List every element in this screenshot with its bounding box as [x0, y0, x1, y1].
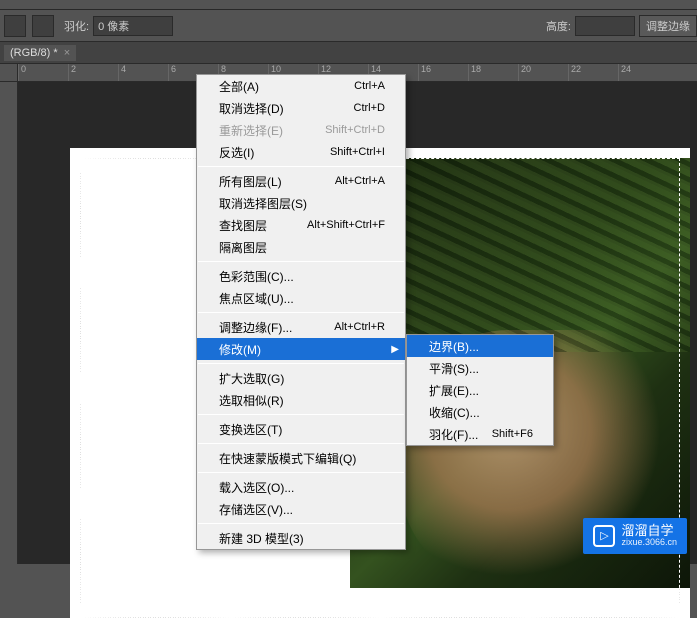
submenu-arrow-icon: ▶ — [391, 344, 399, 355]
menu-item[interactable]: 在快速蒙版模式下编辑(Q) — [197, 447, 405, 469]
menu-item-label: 焦点区域(U)... — [219, 290, 294, 307]
document-tabs: (RGB/8) * × — [0, 42, 697, 64]
menu-separator — [198, 443, 404, 444]
menu-item[interactable]: 全部(A) Ctrl+A — [197, 75, 405, 97]
submenu-item[interactable]: 平滑(S)... — [407, 357, 553, 379]
menu-item[interactable]: 选取相似(R) — [197, 389, 405, 411]
menu-shortcut: Ctrl+D — [354, 102, 385, 114]
menu-shortcut: Alt+Ctrl+R — [334, 321, 385, 333]
menu-item-label: 隔离图层 — [219, 239, 267, 256]
feather-label: 羽化: — [64, 18, 89, 34]
menu-item-label: 反选(I) — [219, 144, 254, 161]
menu-item-label: 羽化(F)... — [429, 426, 478, 443]
menu-item-label: 所有图层(L) — [219, 173, 282, 190]
menu-item[interactable]: 隔离图层 — [197, 236, 405, 258]
canvas-area: 024681012141618202224 全部(A)Ctrl+A取消选择(D)… — [0, 64, 697, 564]
menu-item-label: 扩展(E)... — [429, 382, 479, 399]
menu-item-label: 取消选择图层(S) — [219, 195, 307, 212]
menu-shortcut: Ctrl+A — [354, 80, 385, 92]
submenu-item[interactable]: 羽化(F)... Shift+F6 — [407, 423, 553, 445]
ruler-tick: 24 — [618, 64, 668, 81]
menu-item-label: 在快速蒙版模式下编辑(Q) — [219, 450, 356, 467]
menubar — [0, 0, 697, 10]
menu-item-label: 色彩范围(C)... — [219, 268, 294, 285]
modify-submenu: 边界(B)... 平滑(S)... 扩展(E)... 收缩(C)... 羽化(F)...… — [406, 334, 554, 446]
menu-item[interactable]: 载入选区(O)... — [197, 476, 405, 498]
ruler-tick: 18 — [468, 64, 518, 81]
ruler-tick: 2 — [68, 64, 118, 81]
menu-item-label: 选取相似(R) — [219, 392, 284, 409]
menu-separator — [198, 414, 404, 415]
menu-item-label: 收缩(C)... — [429, 404, 480, 421]
menu-item[interactable]: 所有图层(L) Alt+Ctrl+A — [197, 170, 405, 192]
ruler-vertical — [0, 82, 18, 564]
menu-item[interactable]: 反选(I) Shift+Ctrl+I — [197, 141, 405, 163]
menu-item[interactable]: 查找图层 Alt+Shift+Ctrl+F — [197, 214, 405, 236]
height-input[interactable] — [575, 16, 635, 36]
ruler-corner — [0, 64, 18, 82]
menu-item-label: 取消选择(D) — [219, 100, 284, 117]
ruler-tick: 16 — [418, 64, 468, 81]
menu-item-label: 修改(M) — [219, 341, 261, 358]
menu-shortcut: Alt+Ctrl+A — [335, 175, 385, 187]
menu-item[interactable]: 新建 3D 模型(3) — [197, 527, 405, 549]
menu-separator — [198, 472, 404, 473]
selection-mode-icon[interactable] — [32, 15, 54, 37]
menu-item[interactable]: 修改(M) ▶ — [197, 338, 405, 360]
ruler-tick: 4 — [118, 64, 168, 81]
menu-separator — [198, 166, 404, 167]
height-label: 高度: — [546, 18, 571, 34]
menu-item-label: 重新选择(E) — [219, 122, 283, 139]
feather-input[interactable] — [93, 16, 173, 36]
menu-item[interactable]: 扩大选取(G) — [197, 367, 405, 389]
submenu-item[interactable]: 扩展(E)... — [407, 379, 553, 401]
watermark-brand: 溜溜自学 — [621, 524, 677, 538]
menu-item[interactable]: 取消选择(D) Ctrl+D — [197, 97, 405, 119]
document-tab[interactable]: (RGB/8) * × — [4, 45, 76, 61]
menu-item-label: 新建 3D 模型(3) — [219, 530, 304, 547]
menu-shortcut: Shift+Ctrl+I — [330, 146, 385, 158]
menu-item-label: 存储选区(V)... — [219, 501, 293, 518]
select-menu: 全部(A) Ctrl+A 取消选择(D) Ctrl+D 重新选择(E) Shift+Ctr… — [196, 74, 406, 550]
submenu-item[interactable]: 收缩(C)... — [407, 401, 553, 423]
menu-separator — [198, 312, 404, 313]
submenu-item[interactable]: 边界(B)... — [407, 335, 553, 357]
ruler-tick: 22 — [568, 64, 618, 81]
menu-item-label: 变换选区(T) — [219, 421, 282, 438]
menu-separator — [198, 523, 404, 524]
play-icon: ▷ — [593, 525, 615, 547]
menu-item-label: 平滑(S)... — [429, 360, 479, 377]
refine-edge-button[interactable]: 调整边缘 — [639, 15, 697, 37]
options-toolbar: 羽化: 高度: 调整边缘 — [0, 10, 697, 42]
tool-preset-icon[interactable] — [4, 15, 26, 37]
menu-item[interactable]: 存储选区(V)... — [197, 498, 405, 520]
ruler-tick: 20 — [518, 64, 568, 81]
menu-shortcut: Shift+F6 — [492, 428, 533, 440]
menu-item-label: 载入选区(O)... — [219, 479, 294, 496]
menu-shortcut: Alt+Shift+Ctrl+F — [307, 219, 385, 231]
menu-item-label: 边界(B)... — [429, 338, 479, 355]
menu-separator — [198, 363, 404, 364]
menu-item[interactable]: 变换选区(T) — [197, 418, 405, 440]
menu-item: 重新选择(E) Shift+Ctrl+D — [197, 119, 405, 141]
menu-item[interactable]: 取消选择图层(S) — [197, 192, 405, 214]
watermark: ▷ 溜溜自学 zixue.3066.cn — [583, 518, 687, 554]
menu-item[interactable]: 焦点区域(U)... — [197, 287, 405, 309]
menu-item-label: 查找图层 — [219, 217, 267, 234]
tab-title: (RGB/8) * — [10, 47, 58, 59]
menu-shortcut: Shift+Ctrl+D — [325, 124, 385, 136]
close-icon[interactable]: × — [64, 47, 70, 59]
menu-item-label: 调整边缘(F)... — [219, 319, 292, 336]
menu-item[interactable]: 色彩范围(C)... — [197, 265, 405, 287]
menu-item-label: 全部(A) — [219, 78, 259, 95]
menu-item-label: 扩大选取(G) — [219, 370, 284, 387]
menu-item[interactable]: 调整边缘(F)... Alt+Ctrl+R — [197, 316, 405, 338]
watermark-url: zixue.3066.cn — [621, 538, 677, 548]
menu-separator — [198, 261, 404, 262]
ruler-tick: 0 — [18, 64, 68, 81]
